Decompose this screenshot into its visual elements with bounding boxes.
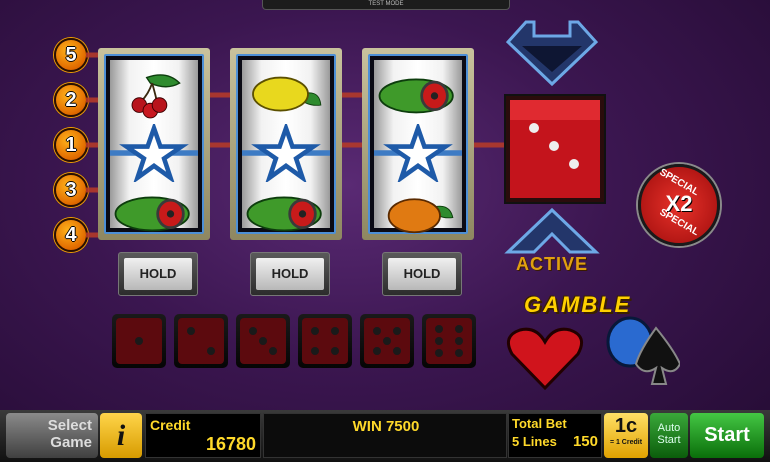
auto-start-button[interactable]: Auto Start	[650, 413, 688, 458]
die-pip	[435, 337, 443, 345]
die-pip	[455, 337, 463, 345]
select-game-button[interactable]: Select Game	[6, 413, 98, 458]
die-pip	[455, 325, 463, 333]
star-icon	[374, 124, 462, 182]
total-bet-label: Total Bet	[512, 416, 567, 431]
hold-button-1[interactable]: HOLD	[118, 252, 198, 296]
die-pip	[187, 327, 195, 335]
payline-badge-4[interactable]: 4	[54, 218, 88, 252]
die-pip	[249, 327, 257, 335]
die-pip	[393, 327, 401, 335]
die-pip	[393, 347, 401, 355]
gamble-die-frame	[504, 94, 606, 204]
credit-label: Credit	[150, 417, 191, 433]
die-face	[178, 318, 224, 364]
die-1	[112, 314, 166, 368]
payline-badge-2[interactable]: 2	[54, 83, 88, 117]
die-pip	[207, 347, 215, 355]
die-pip	[373, 347, 381, 355]
die-pip	[435, 349, 443, 357]
watermelon-icon	[114, 196, 190, 232]
gamble-up-arrow-icon[interactable]	[498, 14, 606, 96]
die-pip	[435, 325, 443, 333]
spade-icon[interactable]	[600, 306, 680, 390]
payline-badge-1[interactable]: 1	[54, 128, 88, 162]
die-5	[360, 314, 414, 368]
info-button[interactable]: i	[100, 413, 142, 458]
watermelon-icon	[378, 78, 454, 114]
die-pip	[331, 327, 339, 335]
reel-3	[362, 48, 474, 240]
gamble-down-arrow-icon[interactable]	[498, 206, 606, 258]
start-button[interactable]: Start	[690, 413, 764, 458]
orange-icon	[387, 198, 454, 234]
star-icon	[110, 124, 198, 182]
heart-icon[interactable]	[500, 316, 590, 396]
hold-button-2[interactable]: HOLD	[250, 252, 330, 296]
die-pip	[311, 327, 319, 335]
bet-value: 150	[572, 433, 598, 450]
bet-panel: Total Bet 5 Lines 150	[508, 413, 602, 458]
reel-1	[98, 48, 210, 240]
die-pip	[331, 347, 339, 355]
lines-label: 5 Lines	[512, 434, 557, 449]
watermelon-icon	[246, 196, 322, 232]
die-pip	[269, 347, 277, 355]
credit-value: 16780	[205, 434, 256, 454]
active-label: ACTIVE	[515, 254, 588, 274]
reel-2	[230, 48, 342, 240]
die-face	[302, 318, 348, 364]
die-3	[236, 314, 290, 368]
lemon-icon	[252, 76, 322, 112]
payline-badge-5[interactable]: 5	[54, 38, 88, 72]
special-x2-badge: SPECIAL X2 SPECIAL	[638, 164, 720, 246]
win-panel: WIN 7500	[263, 413, 507, 458]
star-icon	[242, 124, 330, 182]
payline-badge-3[interactable]: 3	[54, 173, 88, 207]
die-pip	[383, 337, 391, 345]
die-pip	[373, 327, 381, 335]
hold-button-3[interactable]: HOLD	[382, 252, 462, 296]
die-pip	[135, 337, 143, 345]
die-2	[174, 314, 228, 368]
test-mode-label: TEST MODE	[368, 1, 404, 7]
test-mode-bar: TEST MODE	[262, 0, 510, 10]
die-6	[422, 314, 476, 368]
die-pip	[455, 349, 463, 357]
win-label: WIN 7500	[352, 418, 420, 435]
die-face	[426, 318, 472, 364]
credit-panel: Credit 16780	[145, 413, 261, 458]
die-4	[298, 314, 352, 368]
cherries-icon	[131, 74, 181, 119]
coin-value-button[interactable]: 1c = 1 Credit	[604, 413, 648, 458]
die-pip	[259, 337, 267, 345]
die-pip	[311, 347, 319, 355]
gamble-die	[510, 100, 600, 198]
